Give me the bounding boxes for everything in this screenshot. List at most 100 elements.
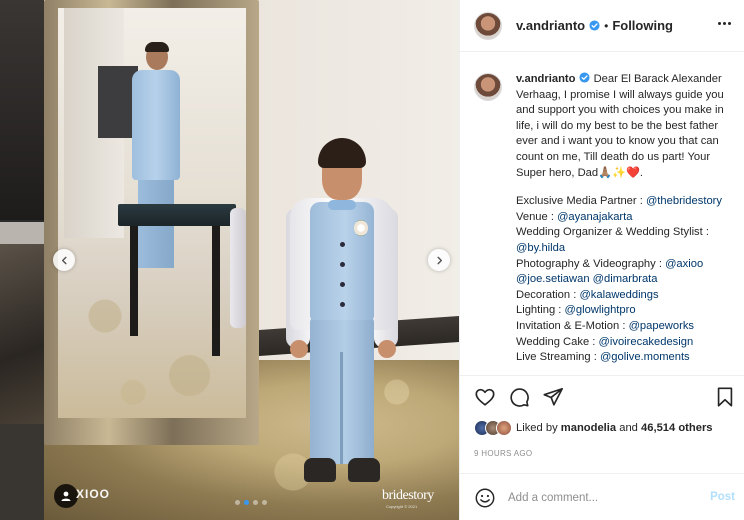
post-photo[interactable] <box>44 0 459 520</box>
caption-author-avatar[interactable] <box>474 73 502 101</box>
boy-hand <box>378 340 396 358</box>
vest-button <box>340 242 345 247</box>
carousel-prev-button[interactable] <box>53 249 75 271</box>
instagram-post-view: XIOO bridestory Copyright © 2021 v.andri… <box>0 0 744 520</box>
carousel-next-button[interactable] <box>428 249 450 271</box>
likes-summary: Liked by manodelia and 46,514 others <box>474 420 738 436</box>
likes-count[interactable]: 46,514 others <box>641 422 713 434</box>
caption-body: Dear El Barack Alexander Verhaag, I prom… <box>516 73 724 179</box>
credit-label: Invitation & E-Motion : <box>516 319 629 332</box>
mention-link[interactable]: @glowlightpro <box>565 304 636 316</box>
like-button[interactable] <box>474 386 496 408</box>
author-avatar[interactable] <box>474 11 502 40</box>
post-header: v.andrianto • Following <box>460 0 744 52</box>
mention-link[interactable]: @ivoirecakedesign <box>599 336 694 348</box>
boy-hair <box>318 138 366 168</box>
comment-input[interactable] <box>508 488 698 508</box>
vest-button <box>340 262 345 267</box>
caption-comment: v.andrianto Dear El Barack Alexander Ver… <box>474 72 738 366</box>
table-leg <box>130 226 138 336</box>
likes-text: Liked by manodelia and 46,514 others <box>516 422 713 434</box>
credit-label: Wedding Organizer & Wedding Stylist : <box>516 226 709 239</box>
credit-label: Wedding Cake : <box>516 335 599 348</box>
author-username[interactable]: v.andrianto <box>516 18 585 33</box>
mention-link[interactable]: @kalaweddings <box>579 289 658 301</box>
backdrop-panel <box>0 244 44 424</box>
credit-line: Wedding Cake : @ivoirecakedesign <box>516 335 738 351</box>
bridestory-watermark: bridestory <box>382 488 434 503</box>
post-timestamp[interactable]: 9 HOURS AGO <box>474 449 532 458</box>
carousel-dot[interactable] <box>244 500 249 505</box>
credits-list: Exclusive Media Partner : @thebridestory… <box>516 194 738 366</box>
heart-icon <box>475 388 495 406</box>
likes-prefix: Liked by <box>516 422 558 434</box>
boy-shoe <box>304 458 336 482</box>
reflected-boy-arm <box>230 208 246 328</box>
mention-link[interactable]: @ayanajakarta <box>557 211 632 223</box>
pants-crease <box>340 352 343 464</box>
credit-label: Decoration : <box>516 288 580 301</box>
credit-label: Venue : <box>516 210 558 223</box>
share-button[interactable] <box>542 386 564 408</box>
boutonniere <box>354 220 368 236</box>
mention-link[interactable]: @golive.moments <box>600 351 690 363</box>
credit-line: Wedding Organizer & Wedding Stylist : @b… <box>516 225 738 256</box>
carousel-indicator <box>235 500 267 505</box>
post-sidebar: v.andrianto • Following v.andrianto Dear… <box>459 0 744 520</box>
reflected-table <box>118 204 236 226</box>
backdrop-panel <box>0 222 44 244</box>
caption-scroll-area[interactable]: v.andrianto Dear El Barack Alexander Ver… <box>460 53 744 375</box>
verified-badge-icon <box>589 20 600 31</box>
header-bullet: • <box>604 18 609 33</box>
credit-line: Venue : @ayanajakarta <box>516 210 738 226</box>
mention-link[interactable]: @axioo <box>665 258 703 270</box>
mention-link[interactable]: @by.hilda <box>516 242 565 254</box>
boy-bow-tie <box>328 200 356 210</box>
page-backdrop <box>0 0 44 520</box>
boy-figure <box>276 138 408 508</box>
caption-username[interactable]: v.andrianto <box>516 73 575 85</box>
liker-username[interactable]: manodelia <box>561 422 616 434</box>
backdrop-panel <box>0 0 44 220</box>
credit-line: Exclusive Media Partner : @thebridestory <box>516 194 738 210</box>
carousel-dot[interactable] <box>262 500 267 505</box>
emoji-icon[interactable] <box>474 487 496 509</box>
comment-button[interactable] <box>508 386 530 408</box>
vest-button <box>340 302 345 307</box>
comment-icon <box>510 388 529 407</box>
more-options-icon[interactable] <box>718 22 731 25</box>
credit-line: Live Streaming : @golive.moments <box>516 350 738 366</box>
boy-hand <box>290 340 308 358</box>
mention-link[interactable]: @papeworks <box>629 320 694 332</box>
user-tag-icon <box>61 491 71 501</box>
share-icon <box>543 387 563 406</box>
man-suit <box>132 70 180 180</box>
mirror-reflection <box>58 8 246 418</box>
credit-line: Photography & Videography : @axioo @joe.… <box>516 257 738 288</box>
vest-button <box>340 282 345 287</box>
credit-line: Lighting : @glowlightpro <box>516 303 738 319</box>
man-hair <box>145 42 169 52</box>
axioo-watermark: XIOO <box>76 487 111 501</box>
chevron-right-icon <box>436 256 442 264</box>
carousel-dot[interactable] <box>235 500 240 505</box>
watermark-copyright: Copyright © 2021 <box>386 504 418 509</box>
save-button[interactable] <box>714 386 736 408</box>
backdrop-panel <box>0 424 44 520</box>
caption-text: v.andrianto Dear El Barack Alexander Ver… <box>516 72 738 366</box>
bookmark-icon <box>717 387 733 407</box>
user-tags-button[interactable] <box>54 484 78 508</box>
mention-link[interactable]: @thebridestory <box>646 195 722 207</box>
comment-bar: Post <box>460 473 744 520</box>
mention-link[interactable]: @dimarbrata <box>593 273 658 285</box>
carousel-dot[interactable] <box>253 500 258 505</box>
following-button[interactable]: Following <box>612 18 673 33</box>
verified-badge-icon <box>579 72 591 83</box>
credit-label: Lighting : <box>516 304 565 317</box>
post-comment-button[interactable]: Post <box>710 491 735 503</box>
table-leg <box>212 226 220 356</box>
liker-avatar[interactable] <box>496 420 512 436</box>
mention-link[interactable]: @joe.setiawan <box>516 273 590 285</box>
credit-line: Decoration : @kalaweddings <box>516 288 738 304</box>
